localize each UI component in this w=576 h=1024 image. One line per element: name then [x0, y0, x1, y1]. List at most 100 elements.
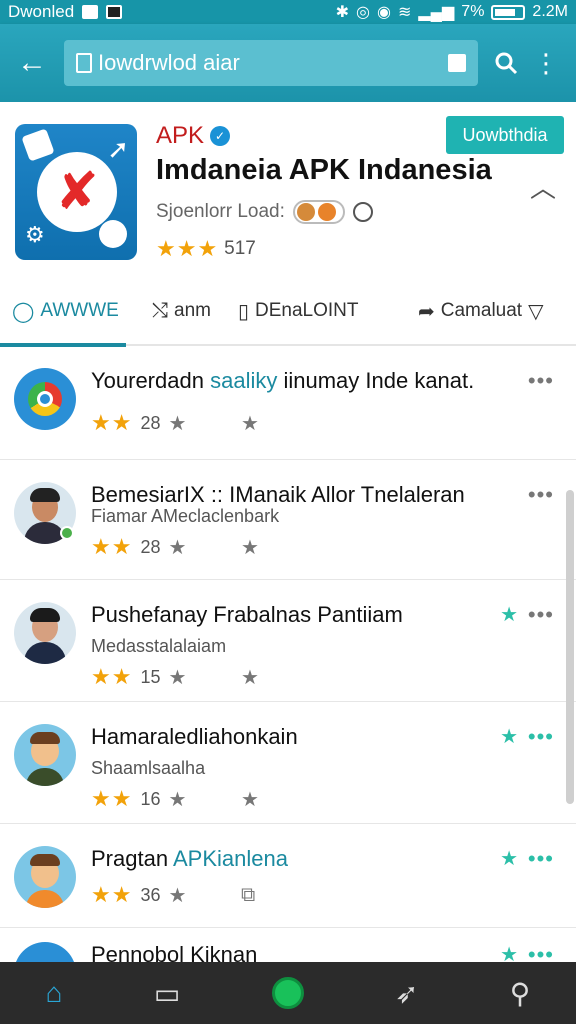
item-rating-value: 36 — [140, 884, 161, 905]
star-icon: ★ — [168, 884, 187, 907]
app-title: Imdaneia APK Indanesia — [156, 154, 492, 186]
list-item[interactable]: Yourerdadn saaliky iinumay Inde kanat. ★… — [0, 346, 576, 460]
tab-0[interactable]: ◯ AWWWE — [0, 277, 126, 347]
item-rating: ★★ 15 ★ ★ — [91, 664, 259, 690]
item-title: BemesiarIX :: IManaik Allor Tnelaleran — [91, 482, 465, 507]
chevron-down-icon: ▽ — [528, 300, 544, 323]
vertical-dots-icon: ⋮ — [533, 47, 559, 78]
item-rating-value: 28 — [140, 536, 161, 557]
record-icon[interactable] — [271, 977, 304, 1009]
item-subtitle: Fiamar AMeclaclenbark — [91, 506, 280, 526]
toggle-switch[interactable] — [292, 200, 345, 224]
rocket-icon[interactable]: ➶ — [395, 977, 418, 1010]
gear-icon: ⚙ — [25, 222, 45, 247]
star-icon: ★★ — [91, 664, 133, 689]
bookmark-icon[interactable]: ▭ — [154, 977, 180, 1010]
wifi-icon: ≋ — [397, 4, 412, 21]
item-rating: ★★ 16 ★ ★ — [91, 786, 259, 812]
arrow-left-icon: ← — [17, 46, 47, 79]
scrollbar[interactable] — [566, 490, 574, 804]
item-rating-value: 16 — [140, 788, 161, 809]
item-subtitle: Shaamlsaalha — [91, 758, 206, 778]
app-avatar — [14, 942, 76, 962]
item-rating-value: 15 — [140, 666, 161, 687]
chevron-up-icon[interactable]: ︿ — [530, 168, 556, 205]
bookmark-icon: ▯ — [238, 300, 250, 323]
search-field[interactable]: Iowdrwlod aiar — [64, 40, 478, 86]
status-bar: Dwonled ✱ ◎ ◉ ≋ ▂▄▆ 7% 2.2M — [0, 0, 576, 24]
sync-icon: ◎ — [356, 4, 370, 21]
status-time: 2.2M — [532, 3, 568, 20]
star-icon: ★ — [168, 412, 187, 435]
status-left-text: Dwonled — [8, 2, 75, 21]
tab-label: DEnaLOINT — [255, 300, 359, 321]
star-icon: ★ — [168, 788, 187, 811]
battery-icon — [491, 4, 526, 20]
online-status-icon — [60, 526, 74, 540]
install-button[interactable]: Uowbthdia — [446, 116, 564, 154]
app-logo-icon: ✘ — [37, 152, 117, 232]
app-header: ➚ ✘ ⚙ APK ✓ Imdaneia APK Indanesia Sjoen… — [0, 102, 576, 278]
shuffle-icon: ⤭ — [152, 299, 168, 322]
app-icon: ➚ ✘ ⚙ — [15, 124, 137, 260]
magnifier-icon — [495, 52, 518, 75]
item-rating-value: 28 — [140, 412, 161, 433]
overflow-menu-button[interactable]: ⋮ — [526, 24, 566, 102]
tab-2[interactable]: ▯ DEnaLOINT — [226, 277, 376, 345]
app-subtitle: Sjoenlorr Load: — [156, 201, 285, 222]
battery-percent: 7% — [461, 3, 485, 20]
item-rating: ★★ 28 ★ ★ — [91, 534, 259, 560]
arrow-up-right-icon: ➚ — [107, 134, 129, 164]
tab-bar: ◯ AWWWE ⤭ anm ▯ DEnaLOINT ➦ Camaluat ▽ — [0, 277, 576, 347]
image-icon — [106, 5, 123, 19]
bag-icon[interactable] — [448, 54, 466, 72]
list-item[interactable]: Pushefanay Frabalnas Pantiiam Medasstala… — [0, 580, 576, 702]
app-rating-value: 517 — [224, 238, 256, 259]
list-item[interactable]: Pennobol Kiknan ★ ••• — [0, 928, 576, 962]
item-title: Pragtan APKianlena — [91, 846, 288, 871]
back-button[interactable]: ← — [0, 24, 64, 102]
alarm-icon: ◉ — [376, 4, 391, 21]
list-item[interactable]: Hamaraledliahonkain Shaamlsaalha ★★ 16 ★… — [0, 702, 576, 824]
app-name-row: APK ✓ — [156, 122, 231, 150]
item-title: Pennobol Kiknan — [91, 942, 258, 962]
tab-1[interactable]: ⤭ anm — [140, 277, 226, 345]
badge-icon — [99, 220, 127, 248]
app-name: APK — [156, 122, 205, 149]
star-icon: ★ — [241, 788, 259, 811]
chat-icon: ◯ — [12, 300, 35, 323]
star-icon: ★★ — [91, 410, 133, 435]
more-icon[interactable]: ••• — [528, 368, 554, 394]
favorite-star-icon[interactable]: ★ — [500, 942, 518, 962]
search-icon[interactable]: ⚲ — [510, 977, 531, 1010]
verified-icon: ✓ — [210, 126, 231, 146]
app-subtitle-row: Sjoenlorr Load: — [156, 200, 373, 224]
list-item[interactable]: Pragtan APKianlena ★★ 36 ★ ⧉ ★ ••• — [0, 824, 576, 928]
app-list: Yourerdadn saaliky iinumay Inde kanat. ★… — [0, 346, 576, 962]
person-avatar — [14, 602, 76, 664]
list-item[interactable]: BemesiarIX :: IManaik Allor Tnelaleran F… — [0, 460, 576, 580]
favorite-star-icon[interactable]: ★ — [500, 724, 518, 749]
cartoon-avatar — [14, 846, 76, 908]
search-button[interactable] — [486, 24, 526, 102]
search-text: Iowdrwlod aiar — [98, 50, 240, 75]
copy-icon: ⧉ — [241, 883, 256, 906]
clock-icon — [352, 202, 373, 222]
tab-3[interactable]: ➦ Camaluat ▽ — [406, 277, 566, 345]
more-icon[interactable]: ••• — [528, 602, 554, 628]
favorite-star-icon[interactable]: ★ — [500, 846, 518, 871]
star-icon: ★★★ — [156, 236, 219, 261]
share-icon: ➦ — [418, 300, 435, 323]
item-rating: ★★ 28 ★ ★ — [91, 410, 259, 436]
home-icon[interactable]: ⌂ — [46, 977, 63, 1009]
dice-icon — [21, 128, 55, 162]
more-icon[interactable]: ••• — [528, 846, 554, 872]
star-icon: ★ — [168, 666, 187, 689]
star-icon: ★★ — [91, 786, 133, 811]
more-icon[interactable]: ••• — [528, 724, 554, 750]
favorite-star-icon[interactable]: ★ — [500, 602, 518, 627]
more-icon[interactable]: ••• — [528, 942, 554, 962]
star-icon: ★ — [241, 412, 259, 435]
more-icon[interactable]: ••• — [528, 482, 554, 508]
download-icon — [82, 5, 99, 19]
